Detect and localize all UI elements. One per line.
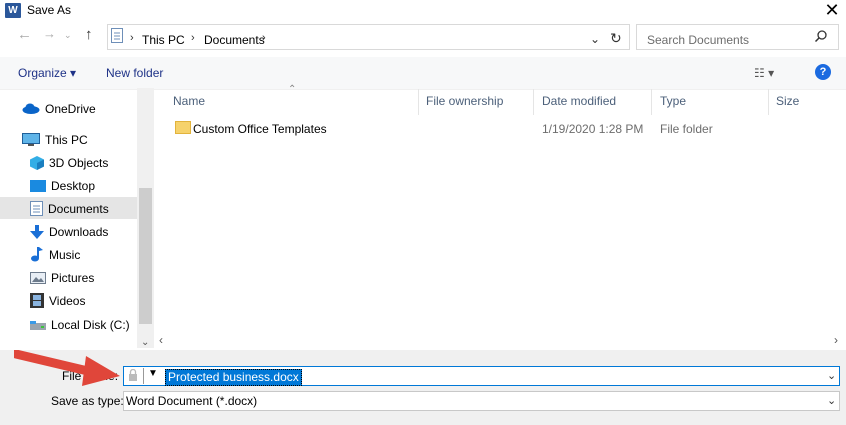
organize-menu[interactable]: Organize ▾	[18, 66, 76, 80]
nav-item-label: 3D Objects	[49, 155, 109, 170]
breadcrumb-separator-icon[interactable]: ›	[130, 32, 134, 44]
breadcrumb-this-pc[interactable]: This PC	[142, 33, 185, 47]
column-header-date-modified[interactable]: Date modified	[542, 94, 616, 108]
nav-item-this-pc[interactable]: This PC	[22, 128, 88, 150]
column-header-name[interactable]: Name	[173, 94, 205, 108]
document-icon	[30, 201, 43, 217]
nav-item-pictures[interactable]: Pictures	[30, 266, 94, 288]
nav-item-label: OneDrive	[45, 101, 96, 116]
new-folder-button[interactable]: New folder	[106, 66, 163, 80]
folder-icon	[175, 121, 191, 134]
nav-item-desktop[interactable]: Desktop	[30, 174, 95, 196]
annotation-arrow-icon	[14, 350, 120, 386]
sort-indicator-icon: ⌃	[288, 84, 297, 95]
save-type-value: Word Document (*.docx)	[126, 394, 258, 408]
forward-arrow-icon[interactable]: →	[43, 26, 56, 41]
refresh-icon[interactable]: ↻	[610, 30, 622, 47]
address-history-dropdown-icon[interactable]: ⌄	[590, 32, 600, 46]
nav-item-label: Music	[49, 247, 81, 262]
lock-icon	[129, 369, 137, 381]
file-name-value[interactable]: Protected business.docx	[165, 369, 302, 386]
nav-item-videos[interactable]: Videos	[30, 289, 85, 311]
download-arrow-icon	[30, 224, 44, 239]
help-icon[interactable]: ?	[815, 64, 831, 80]
column-divider[interactable]	[533, 89, 534, 115]
title-bar	[0, 0, 846, 22]
file-date-cell: 1/19/2020 1:28 PM	[542, 122, 644, 136]
nav-item-label: This PC	[45, 132, 88, 147]
documents-location-icon	[111, 28, 123, 43]
nav-item-3d-objects[interactable]: 3D Objects	[30, 151, 108, 173]
nav-item-local-disk[interactable]: Local Disk (C:)	[30, 313, 130, 335]
drive-icon	[30, 320, 46, 330]
nav-item-label: Desktop	[51, 178, 96, 193]
nav-item-label: Pictures	[51, 270, 95, 285]
search-placeholder: Search Documents	[647, 33, 750, 47]
nav-item-downloads[interactable]: Downloads	[30, 220, 108, 242]
file-name-dropdown-icon[interactable]: ⌄	[827, 369, 836, 382]
save-type-label: Save as type:	[51, 394, 124, 408]
save-type-dropdown-icon[interactable]: ⌄	[827, 394, 836, 407]
file-list-horizontal-scrollbar[interactable]	[154, 331, 846, 348]
file-type-cell: File folder	[660, 122, 713, 136]
breadcrumb-separator-icon[interactable]: ›	[191, 32, 195, 44]
cube-icon	[30, 155, 44, 170]
address-bar[interactable]	[107, 24, 630, 50]
computer-icon	[22, 133, 40, 147]
cloud-icon	[22, 103, 40, 115]
scroll-right-icon[interactable]: ›	[834, 333, 838, 347]
nav-item-label: Videos	[49, 293, 86, 308]
breadcrumb-separator-icon[interactable]: ›	[262, 32, 266, 44]
nav-item-onedrive[interactable]: OneDrive	[22, 97, 96, 119]
nav-item-label: Local Disk (C:)	[51, 317, 130, 332]
column-divider[interactable]	[768, 89, 769, 115]
close-button[interactable]: ✕	[821, 0, 843, 22]
nav-item-documents[interactable]: Documents	[30, 197, 109, 219]
desktop-icon	[30, 179, 46, 192]
back-arrow-icon[interactable]: ←	[17, 26, 32, 43]
word-app-icon: W	[5, 3, 21, 18]
scroll-left-icon[interactable]: ‹	[159, 333, 163, 347]
view-options-icon[interactable]: ☷ ▾	[754, 66, 774, 80]
pictures-icon	[30, 271, 46, 284]
up-arrow-icon[interactable]: ↑	[85, 26, 93, 43]
nav-item-label: Downloads	[49, 224, 109, 239]
nav-item-label: Documents	[48, 201, 109, 216]
breadcrumb-documents[interactable]: Documents	[204, 33, 265, 47]
save-options-panel	[0, 350, 846, 425]
film-icon	[30, 293, 44, 309]
file-name-cell[interactable]: Custom Office Templates	[193, 122, 327, 136]
divider	[143, 368, 144, 384]
window-title: Save As	[27, 3, 72, 17]
search-icon[interactable]	[814, 29, 828, 43]
column-header-size[interactable]: Size	[776, 94, 799, 108]
recent-dropdown-icon[interactable]: ⌄	[64, 30, 72, 41]
protection-dropdown-icon[interactable]: ▼	[148, 368, 158, 379]
music-note-icon	[31, 247, 43, 262]
column-divider[interactable]	[651, 89, 652, 115]
column-divider[interactable]	[418, 89, 419, 115]
column-header-type[interactable]: Type	[660, 94, 686, 108]
column-header-ownership[interactable]: File ownership	[426, 94, 503, 108]
nav-scroll-down-icon[interactable]: ⌄	[141, 337, 149, 348]
nav-item-music[interactable]: Music	[30, 243, 80, 265]
nav-scrollbar-thumb[interactable]	[139, 188, 152, 324]
